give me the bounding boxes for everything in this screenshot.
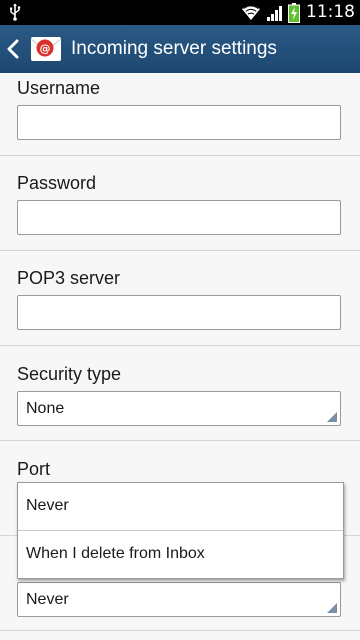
dropdown-option-label: When I delete from Inbox — [26, 545, 205, 562]
security-type-value: None — [26, 400, 65, 417]
chevron-left-icon — [7, 39, 19, 59]
password-label: Password — [17, 173, 97, 193]
wifi-icon — [242, 5, 260, 20]
divider — [0, 250, 360, 251]
divider — [0, 345, 360, 346]
username-label: Username — [17, 78, 101, 98]
dropdown-list: Never When I delete from Inbox — [17, 482, 344, 579]
back-button[interactable]: @ — [0, 25, 70, 73]
pop3-server-label: POP3 server — [17, 268, 121, 288]
svg-text:@: @ — [40, 42, 51, 55]
password-field[interactable] — [17, 200, 341, 235]
pop3-server-field[interactable] — [17, 295, 341, 330]
status-bar: 11:18 — [0, 0, 360, 25]
security-type-select[interactable]: None — [17, 391, 341, 426]
dropdown-option-when-delete[interactable]: When I delete from Inbox — [18, 531, 343, 578]
username-field[interactable] — [17, 105, 341, 140]
divider — [0, 440, 360, 441]
page-title: Incoming server settings — [71, 38, 277, 59]
email-app-icon: @ — [30, 37, 62, 61]
dropdown-arrow-icon — [327, 412, 337, 422]
port-label: Port — [17, 459, 51, 479]
dropdown-arrow-icon — [327, 603, 337, 613]
usb-icon — [10, 3, 21, 21]
delete-policy-value: Never — [26, 591, 69, 608]
dropdown-option-label: Never — [26, 497, 69, 514]
divider — [0, 155, 360, 156]
divider — [0, 630, 360, 631]
signal-icon — [267, 6, 282, 21]
security-type-label: Security type — [17, 364, 122, 384]
dropdown-option-never[interactable]: Never — [18, 483, 343, 530]
clock: 11:18 — [306, 2, 355, 22]
delete-policy-select[interactable]: Never — [17, 582, 341, 617]
battery-charging-icon — [288, 3, 300, 23]
action-bar: @ Incoming server settings — [0, 25, 360, 73]
